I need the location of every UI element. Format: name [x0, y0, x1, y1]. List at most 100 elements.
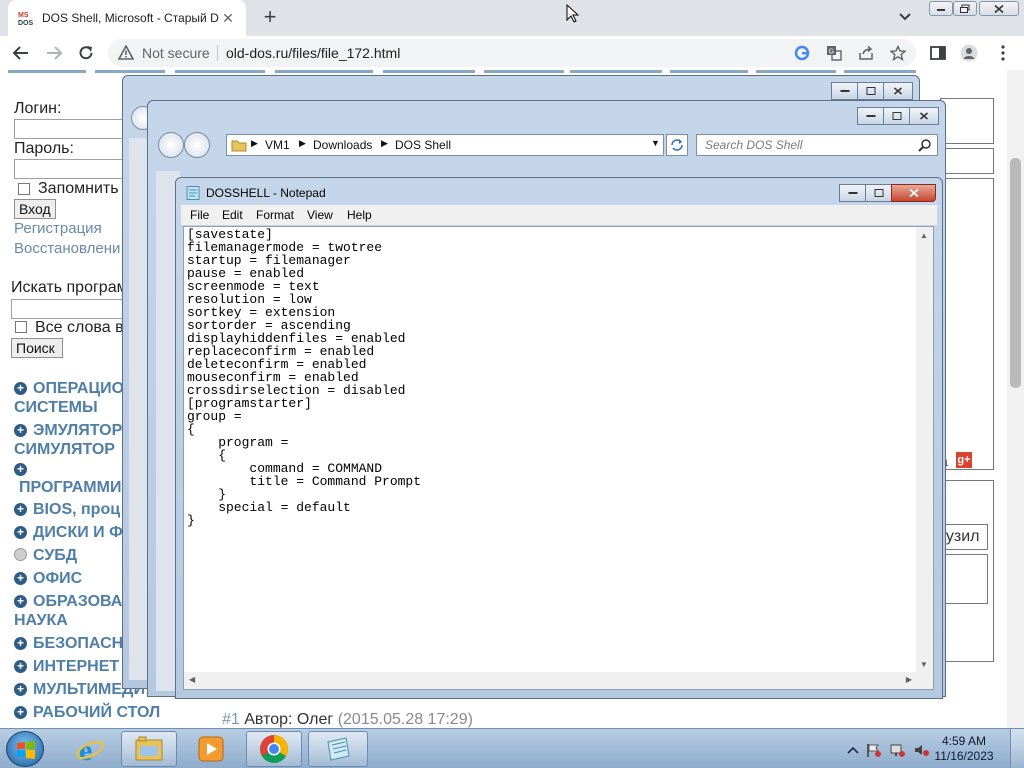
- notepad-vertical-scrollbar[interactable]: ▲ ▼: [916, 227, 933, 673]
- breadcrumb-downloads[interactable]: Downloads: [313, 138, 372, 152]
- address-bar[interactable]: Not secure old-dos.ru/files/file_172.htm…: [108, 39, 916, 67]
- page-scrollbar-thumb[interactable]: [1010, 158, 1021, 388]
- close-button[interactable]: [883, 82, 913, 100]
- start-button[interactable]: [6, 731, 44, 767]
- menu-item-os[interactable]: + ОПЕРАЦИО: [14, 380, 124, 398]
- menu-item-education-line2[interactable]: НАУКА: [14, 612, 68, 630]
- menu-file[interactable]: File: [190, 208, 209, 222]
- new-tab-button[interactable]: +: [258, 6, 282, 30]
- maximize-button[interactable]: [857, 82, 884, 100]
- maximize-button[interactable]: [865, 184, 892, 202]
- menu-help[interactable]: Help: [347, 208, 372, 222]
- bookmark-star-icon[interactable]: [890, 45, 906, 61]
- browser-minimize-button[interactable]: [929, 1, 953, 16]
- explorer-search-input[interactable]: Search DOS Shell: [696, 134, 938, 156]
- browser-tab[interactable]: MS DOS DOS Shell, Microsoft - Старый D ✕: [8, 0, 246, 36]
- page-scrollbar[interactable]: [1007, 70, 1024, 728]
- restore-link[interactable]: Восстановлени: [14, 240, 120, 257]
- tab-search-chevron-icon[interactable]: [896, 10, 914, 24]
- remember-checkbox[interactable]: [18, 183, 30, 195]
- maximize-button[interactable]: [883, 107, 910, 125]
- share-icon[interactable]: [858, 45, 874, 61]
- menu-item-education[interactable]: + ОБРАЗОВА: [14, 593, 122, 611]
- taskbar-windows-explorer[interactable]: [121, 731, 177, 767]
- notepad-text-area[interactable]: [savestate] filemanagermode = twotree st…: [183, 226, 934, 690]
- google-plus-icon[interactable]: g+: [956, 452, 972, 468]
- explorer-back-icon[interactable]: [158, 132, 184, 158]
- menu-item-security[interactable]: + БЕЗОПАСН: [14, 635, 123, 653]
- reload-icon[interactable]: [77, 44, 95, 62]
- menu-item-os-line2[interactable]: СИСТЕМЫ: [14, 399, 98, 417]
- minimize-button[interactable]: [839, 184, 866, 202]
- comment-number[interactable]: #1: [222, 711, 240, 728]
- menu-item-dbms[interactable]: СУБД: [14, 547, 77, 565]
- register-link[interactable]: Регистрация: [14, 220, 102, 237]
- search-icon[interactable]: [918, 138, 932, 152]
- search-programs-input[interactable]: [11, 299, 131, 319]
- address-dropdown-icon[interactable]: ▼: [651, 138, 660, 148]
- scroll-up-icon[interactable]: ▲: [920, 231, 928, 240]
- minimize-button[interactable]: [831, 82, 858, 100]
- menu-item-internet[interactable]: + ИНТЕРНЕТ: [14, 658, 119, 676]
- google-lens-icon[interactable]: [794, 45, 810, 61]
- minimize-button[interactable]: [857, 107, 884, 125]
- back-icon[interactable]: [12, 44, 30, 62]
- browser-close-button[interactable]: [979, 1, 1019, 16]
- menu-item-label: ЭМУЛЯТОР: [33, 422, 123, 439]
- expand-plus-icon: +: [14, 463, 27, 476]
- explorer-address-bar[interactable]: ▶ VM1 ▶ Downloads ▶ DOS Shell ▼: [226, 134, 664, 156]
- warning-icon[interactable]: [118, 45, 134, 61]
- menu-item-emulators[interactable]: + ЭМУЛЯТОР: [14, 422, 122, 440]
- close-button[interactable]: [909, 107, 939, 125]
- tab-strip: MS DOS DOS Shell, Microsoft - Старый D ✕…: [0, 0, 1024, 36]
- network-icon[interactable]: [890, 743, 906, 757]
- system-clock[interactable]: 4:59 AM 11/16/2023: [924, 734, 1004, 764]
- menu-item-emulators-line2[interactable]: СИМУЛЯТОР: [14, 441, 115, 459]
- taskbar-notepad[interactable]: [308, 731, 368, 767]
- scrollbar-corner: [916, 672, 933, 689]
- security-label[interactable]: Not secure: [142, 45, 210, 61]
- browser-restore-button[interactable]: [953, 1, 977, 16]
- login-button[interactable]: Вход: [14, 199, 56, 219]
- close-button[interactable]: [891, 184, 936, 202]
- taskbar-internet-explorer[interactable]: e: [62, 731, 118, 767]
- taskbar-chrome[interactable]: [246, 731, 302, 767]
- notepad-content[interactable]: [savestate] filemanagermode = twotree st…: [187, 228, 421, 527]
- scroll-right-icon[interactable]: ▶: [906, 675, 912, 684]
- menu-item-label: ПРОГРАММИ: [19, 479, 122, 496]
- comment-header: #1 Автор: Олег (2015.05.28 17:29): [222, 711, 473, 728]
- login-input[interactable]: [14, 119, 134, 139]
- menu-format[interactable]: Format: [256, 208, 294, 222]
- explorer-refresh-icon[interactable]: [666, 134, 688, 156]
- all-words-checkbox[interactable]: [15, 321, 27, 333]
- forward-icon[interactable]: [45, 44, 63, 62]
- chrome-menu-icon[interactable]: [994, 44, 1012, 62]
- show-desktop-button[interactable]: [1010, 729, 1024, 768]
- media-player-icon: [198, 736, 224, 762]
- translate-icon[interactable]: G: [826, 45, 842, 61]
- menu-item-office[interactable]: + ОФИС: [14, 570, 82, 588]
- breadcrumb-dos-shell[interactable]: DOS Shell: [395, 138, 451, 152]
- profile-avatar-icon[interactable]: [960, 44, 978, 62]
- menu-item-disks[interactable]: + ДИСКИ И Ф: [14, 524, 123, 542]
- tab-close-icon[interactable]: ✕: [220, 10, 236, 26]
- menu-edit[interactable]: Edit: [222, 208, 243, 222]
- breadcrumb-vm1[interactable]: VM1: [265, 138, 290, 152]
- menu-item-bios[interactable]: + BIOS, проц: [14, 501, 120, 519]
- scroll-down-icon[interactable]: ▼: [920, 660, 928, 669]
- show-hidden-icons-icon[interactable]: [845, 743, 861, 757]
- menu-item-programming-line2[interactable]: ПРОГРАММИ: [19, 479, 121, 497]
- scroll-left-icon[interactable]: ◀: [189, 675, 195, 684]
- menu-view[interactable]: View: [307, 208, 333, 222]
- url-text[interactable]: old-dos.ru/files/file_172.html: [226, 45, 400, 61]
- action-center-flag-icon[interactable]: [866, 743, 882, 757]
- expand-plus-icon: +: [14, 424, 27, 437]
- password-input[interactable]: [14, 159, 134, 179]
- taskbar-media-player[interactable]: [183, 731, 239, 767]
- side-panel-icon[interactable]: [929, 44, 947, 62]
- search-button[interactable]: Поиск: [11, 338, 63, 358]
- menu-item-desktop[interactable]: + РАБОЧИЙ СТОЛ: [14, 704, 160, 722]
- menu-item-programming[interactable]: +: [14, 461, 33, 479]
- explorer-forward-icon[interactable]: [184, 132, 210, 158]
- notepad-horizontal-scrollbar[interactable]: ◀ ▶: [184, 672, 917, 689]
